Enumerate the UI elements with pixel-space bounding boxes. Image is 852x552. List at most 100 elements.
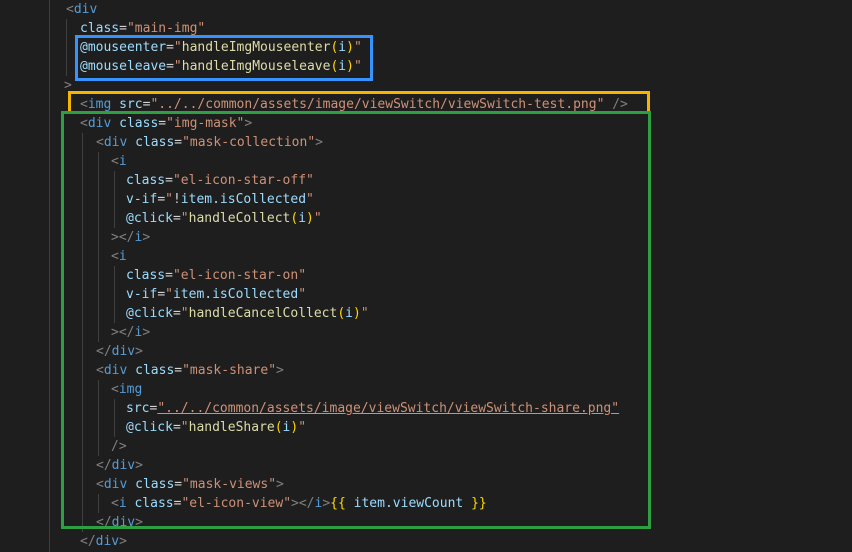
code-token: class — [135, 477, 175, 492]
code-token: = — [119, 21, 127, 36]
code-token: @click — [126, 420, 173, 435]
code-token: < — [96, 363, 104, 378]
code-token: div — [87, 116, 112, 131]
code-token: div — [95, 534, 120, 549]
code-token: class — [135, 135, 175, 150]
code-token: " — [298, 420, 307, 435]
code-token: = — [157, 192, 166, 207]
code-line: <div class="mask-views"> — [96, 475, 284, 494]
indent-guide — [49, 0, 50, 552]
code-token: " — [353, 40, 362, 55]
code-line: </div> — [96, 456, 143, 475]
code-token: img — [118, 382, 143, 397]
code-line: /> — [111, 437, 127, 456]
code-token: < — [66, 2, 74, 17]
code-line: v-if="item.isCollected" — [126, 285, 306, 304]
code-token: ) — [306, 211, 314, 226]
code-line: class="main-img" — [80, 19, 205, 38]
code-editor[interactable]: <div class="main-img" @mouseenter="handl… — [0, 0, 852, 552]
code-token: div — [73, 2, 98, 17]
code-line: @mouseenter="handleImgMouseenter(i)" — [80, 38, 362, 57]
code-token: ( — [274, 420, 283, 435]
indent-guide — [98, 152, 99, 342]
code-token: ) — [346, 59, 354, 74]
code-token: > — [64, 78, 72, 93]
code-token: "el-icon-view" — [181, 496, 292, 511]
indent-guide — [82, 133, 83, 532]
code-line: <i — [111, 152, 127, 171]
code-token: }} — [471, 496, 487, 511]
code-token: "img-mask" — [166, 116, 245, 131]
code-token: = — [174, 363, 183, 378]
code-token: ) — [346, 40, 354, 55]
code-token: i — [118, 249, 127, 264]
code-token: i — [345, 306, 353, 321]
code-token: handleShare — [188, 420, 275, 435]
code-token: " — [180, 306, 189, 321]
code-token: ( — [337, 306, 346, 321]
indent-guide — [114, 171, 115, 228]
indent-guide — [98, 494, 99, 513]
code-token: " — [180, 211, 189, 226]
code-line: <div — [66, 0, 97, 19]
code-token: class — [126, 268, 166, 283]
code-token: i — [338, 59, 347, 74]
code-token: "../../common/assets/image/viewSwitch/vi… — [150, 97, 605, 112]
code-line: class="el-icon-star-on" — [126, 266, 306, 285]
code-token: "el-icon-star-off" — [172, 173, 314, 188]
code-token: " — [298, 287, 307, 302]
code-token: div — [111, 458, 136, 473]
code-token: = — [166, 59, 174, 74]
code-token: < — [111, 382, 119, 397]
code-token: " — [313, 211, 322, 226]
code-line: <i — [111, 247, 127, 266]
code-line: </div> — [80, 532, 127, 551]
code-token: i — [118, 154, 127, 169]
code-token: " — [165, 287, 173, 302]
code-token: div — [103, 135, 128, 150]
code-line: <img — [111, 380, 142, 399]
code-token: item.viewCount — [353, 496, 464, 511]
code-line: @mouseleave="handleImgMouseleave(i)" — [80, 57, 362, 76]
code-token: " — [173, 59, 182, 74]
code-token: " — [165, 192, 173, 207]
code-token: < — [111, 154, 119, 169]
code-token: /> — [111, 439, 127, 454]
code-token: /> — [604, 97, 628, 112]
code-token: < — [96, 135, 104, 150]
code-line: </div> — [96, 342, 143, 361]
code-line: <div class="img-mask"> — [80, 114, 252, 133]
code-token: < — [80, 97, 88, 112]
code-line: @click="handleCancelCollect(i)" — [126, 304, 369, 323]
code-token: > — [142, 230, 151, 245]
code-line: v-if="!item.isCollected" — [126, 190, 314, 209]
code-line: <div class="mask-collection"> — [96, 133, 323, 152]
code-token: </ — [96, 515, 112, 530]
code-token: handleImgMouseleave — [181, 59, 331, 74]
code-token: < — [96, 477, 104, 492]
code-line: @click="handleCollect(i)" — [126, 209, 322, 228]
code-token: class — [80, 21, 120, 36]
code-token: ! — [172, 192, 181, 207]
code-token: < — [111, 496, 119, 511]
code-token: class — [135, 363, 175, 378]
indent-guide — [66, 19, 67, 76]
code-token: = — [172, 211, 181, 226]
code-token: item.isCollected — [172, 287, 299, 302]
code-token: i — [118, 496, 127, 511]
code-token: > — [135, 458, 143, 473]
code-token: "el-icon-star-on" — [172, 268, 307, 283]
code-token: div — [111, 515, 136, 530]
code-token: "mask-share" — [182, 363, 277, 378]
code-token: </ — [96, 458, 112, 473]
code-token: = — [157, 287, 166, 302]
indent-guide — [114, 399, 115, 437]
code-token: handleImgMouseenter — [181, 40, 331, 55]
code-token: ></ — [111, 325, 135, 340]
code-token: = — [165, 268, 173, 283]
code-token: div — [103, 477, 128, 492]
indent-guide — [98, 380, 99, 456]
